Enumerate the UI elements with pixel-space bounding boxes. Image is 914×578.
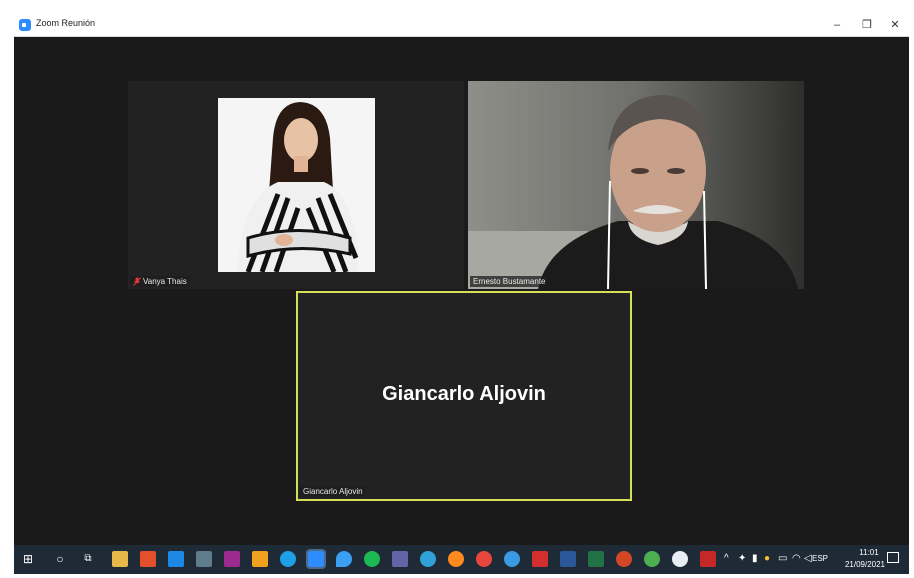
search-icon[interactable]: ○ [52,551,68,567]
zoom-taskbar-icon[interactable] [306,549,326,569]
participant-name: Giancarlo Aljovin [303,487,363,496]
language-indicator[interactable]: ESP [812,554,828,563]
mic-muted-icon [133,277,141,286]
excel-icon[interactable] [588,551,604,567]
meeting-gallery: Vanya Thais Ernesto Bustamante Giancarlo… [14,37,909,545]
clock-time[interactable]: 11:01 [847,548,891,557]
participant-name-tag: Giancarlo Aljovin [300,486,366,497]
word-icon[interactable] [560,551,576,567]
dreamweaver-icon[interactable] [224,551,240,567]
wifi-icon[interactable]: ◠ [792,553,801,565]
chevron-up-icon[interactable]: ^ [724,553,729,565]
battery-icon[interactable]: ▭ [778,553,787,565]
maximize-button[interactable]: ❐ [852,14,882,36]
close-button[interactable]: ✕ [880,14,909,36]
participant-video-ernesto [468,81,804,289]
spotify-icon[interactable] [364,551,380,567]
windows-start-icon[interactable]: ⊞ [20,551,36,567]
file-explorer-icon[interactable] [112,551,128,567]
window-title: Zoom Reunión [36,18,96,28]
store-icon[interactable] [168,551,184,567]
powerpoint-icon[interactable] [616,551,632,567]
app-icon[interactable] [504,551,520,567]
calculator-icon[interactable] [196,551,212,567]
skype-icon[interactable] [280,551,296,567]
office-icon[interactable] [140,551,156,567]
participant-tile-vanya[interactable]: Vanya Thais [128,81,464,289]
pdf-icon[interactable] [532,551,548,567]
title-bar: Zoom Reunión – ❐ ✕ [14,14,909,37]
zoom-app-icon [19,19,31,31]
edge-icon[interactable] [420,551,436,567]
tray-app-icon[interactable]: ● [764,553,770,565]
notification-center-icon[interactable] [887,552,899,563]
drop-app-icon[interactable] [336,551,352,567]
app-red-icon[interactable] [700,551,716,567]
task-view-icon[interactable]: ⧉ [80,551,96,567]
participant-tile-giancarlo[interactable]: Giancarlo Aljovin Giancarlo Aljovin [296,291,632,501]
illustrator-icon[interactable] [252,551,268,567]
participant-name-tag: Vanya Thais [130,276,190,287]
taskbar: ⊞ ○ ⧉ ^ ✦ ▮ ● ▭ ◠ ◁ ESP 11:01 21/09/2021 [14,545,909,574]
microphone-icon[interactable]: ▮ [752,553,758,565]
messenger-icon[interactable] [672,551,688,567]
minimize-button[interactable]: – [822,14,852,36]
participant-name-tag: Ernesto Bustamante [470,276,549,287]
participant-name: Ernesto Bustamante [473,277,546,286]
screen: Zoom Reunión – ❐ ✕ Vanya Thais Ernesto B… [14,14,909,574]
firefox-icon[interactable] [448,551,464,567]
teams-icon[interactable] [392,551,408,567]
chat-icon[interactable] [644,551,660,567]
participant-tile-ernesto[interactable]: Ernesto Bustamante [468,81,804,289]
chrome-icon[interactable] [476,551,492,567]
clock-date[interactable]: 21/09/2021 [836,560,894,569]
dropbox-icon[interactable]: ✦ [738,553,746,565]
participant-name: Vanya Thais [143,277,187,286]
volume-icon[interactable]: ◁ [804,553,812,565]
participant-display-name: Giancarlo Aljovin [382,383,546,405]
participant-video-vanya [218,98,375,272]
